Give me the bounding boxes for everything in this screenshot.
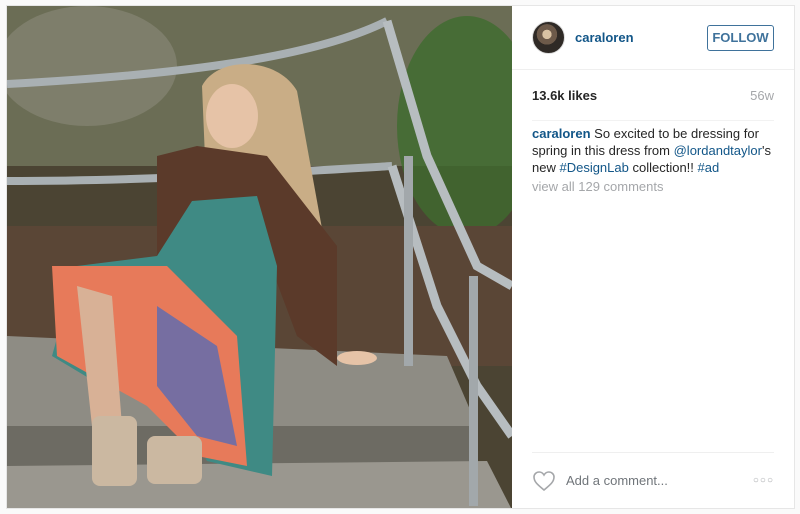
post-modal: caraloren FOLLOW 13.6k likes 56w caralor…: [6, 5, 795, 509]
follow-button[interactable]: FOLLOW: [707, 24, 774, 51]
caption-mention-link[interactable]: @lordandtaylor: [674, 143, 762, 158]
likes-count[interactable]: 13.6k likes: [532, 88, 597, 103]
post-sidebar: caraloren FOLLOW 13.6k likes 56w caralor…: [512, 6, 794, 508]
post-header: caraloren FOLLOW: [512, 6, 794, 70]
post-caption: caraloren So excited to be dressing for …: [532, 125, 774, 176]
caption-hashtag-ad[interactable]: #ad: [698, 160, 720, 175]
comment-bar: Add a comment... ○○○: [532, 452, 774, 508]
caption-text-3: collection!!: [628, 160, 698, 175]
caption-username[interactable]: caraloren: [532, 126, 591, 141]
post-timestamp[interactable]: 56w: [750, 88, 774, 103]
view-all-comments-link[interactable]: view all 129 comments: [532, 178, 774, 196]
heart-outline-icon[interactable]: [532, 470, 556, 492]
post-photo[interactable]: [7, 6, 512, 508]
avatar[interactable]: [532, 21, 565, 54]
header-username[interactable]: caraloren: [575, 30, 634, 45]
post-stats: 13.6k likes 56w: [532, 70, 774, 121]
photo-illustration: [7, 6, 512, 508]
more-options-icon[interactable]: ○○○: [753, 475, 774, 486]
comment-input[interactable]: Add a comment...: [566, 473, 753, 488]
caption-hashtag-designlab[interactable]: #DesignLab: [559, 160, 628, 175]
